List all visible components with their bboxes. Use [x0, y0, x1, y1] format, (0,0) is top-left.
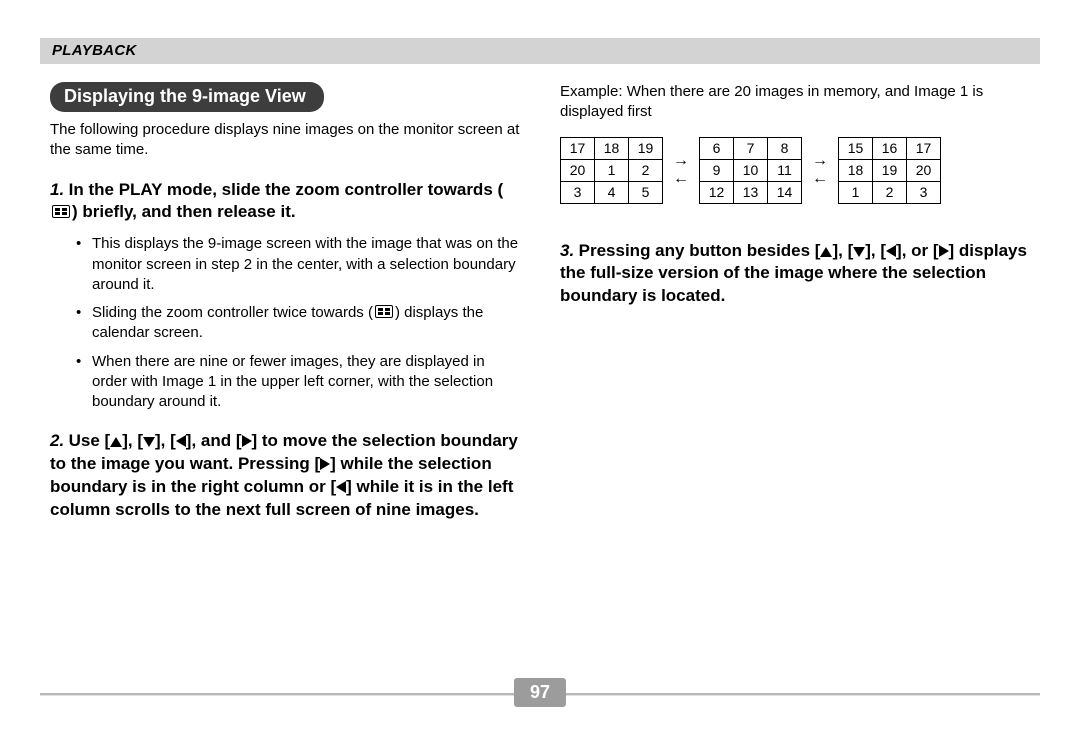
cell: 20: [561, 159, 595, 181]
arrow-right-icon: →: [673, 153, 689, 169]
right-arrow-icon: [939, 245, 949, 257]
content-columns: Displaying the 9-image View The followin…: [50, 82, 1030, 522]
arrow-left-icon: ←: [812, 171, 828, 187]
up-arrow-icon: [110, 437, 122, 447]
right-arrow-icon: [242, 435, 252, 447]
bullet-2: Sliding the zoom controller twice toward…: [80, 303, 520, 344]
cell: 9: [700, 159, 734, 181]
s3p2: ], [: [832, 241, 853, 260]
left-arrow-icon: [886, 245, 896, 257]
step-3: 3. Pressing any button besides [ ], [ ], […: [560, 240, 1030, 309]
cell: 20: [907, 159, 941, 181]
bullet-2-a: Sliding the zoom controller twice toward…: [92, 304, 373, 321]
s2p4: ], and [: [186, 431, 242, 450]
cell: 8: [768, 137, 802, 159]
intro-text: The following procedure displays nine im…: [50, 120, 520, 161]
right-column: Example: When there are 20 images in mem…: [560, 82, 1030, 522]
step-1-number: 1.: [50, 180, 64, 199]
page-number-badge: 97: [514, 678, 566, 707]
step-2: 2. Use [], [], [], and [] to move the se…: [50, 430, 520, 522]
grid-a: 171819 2012 345: [560, 137, 663, 204]
down-arrow-icon: [143, 437, 155, 447]
cell: 6: [700, 137, 734, 159]
cell: 10: [734, 159, 768, 181]
cell: 11: [768, 159, 802, 181]
step-3-body: Pressing any button besides [ ], [ ], [ ], …: [560, 241, 1027, 306]
cell: 14: [768, 181, 802, 203]
cell: 16: [873, 137, 907, 159]
step-2-body: Use [], [], [], and [] to move the selec…: [50, 431, 518, 519]
arrow-pair: →←: [812, 153, 828, 187]
cell: 15: [839, 137, 873, 159]
s3p4: ], or [: [896, 241, 939, 260]
cell: 13: [734, 181, 768, 203]
cell: 4: [595, 181, 629, 203]
left-column: Displaying the 9-image View The followin…: [50, 82, 520, 522]
grids-row: 171819 2012 345 →← 678 91011 121314 →← 1…: [560, 137, 1030, 204]
manual-page: PLAYBACK Displaying the 9-image View The…: [0, 0, 1080, 730]
cell: 18: [839, 159, 873, 181]
cell: 19: [629, 137, 663, 159]
step-3-number: 3.: [560, 241, 574, 260]
step-2-number: 2.: [50, 431, 64, 450]
step-1-text-a: In the PLAY mode, slide the zoom control…: [69, 180, 504, 199]
left-arrow-icon: [336, 481, 346, 493]
footer: 97: [40, 678, 1040, 712]
cell: 5: [629, 181, 663, 203]
step-1-body: In the PLAY mode, slide the zoom control…: [50, 180, 503, 222]
grid-b: 678 91011 121314: [699, 137, 802, 204]
s2p3: ], [: [155, 431, 176, 450]
cell: 3: [561, 181, 595, 203]
up-arrow-icon: [820, 247, 832, 257]
bullet-3: When there are nine or fewer images, the…: [80, 352, 520, 413]
cell: 18: [595, 137, 629, 159]
s2p2: ], [: [122, 431, 143, 450]
left-arrow-icon: [176, 435, 186, 447]
bullet-1: This displays the 9-image screen with th…: [80, 234, 520, 295]
header-bar: PLAYBACK: [40, 38, 1040, 64]
arrow-pair: →←: [673, 153, 689, 187]
example-label: Example:: [560, 83, 623, 100]
cell: 3: [907, 181, 941, 203]
s2p1: Use [: [69, 431, 111, 450]
zoom-out-icon: [375, 305, 393, 318]
step-1-bullets: This displays the 9-image screen with th…: [80, 234, 520, 412]
grid-c: 151617 181920 123: [838, 137, 941, 204]
zoom-out-icon: [52, 205, 70, 218]
cell: 7: [734, 137, 768, 159]
example-body: When there are 20 images in memory, and …: [560, 83, 983, 120]
s3p3: ], [: [865, 241, 886, 260]
cell: 19: [873, 159, 907, 181]
arrow-right-icon: →: [812, 153, 828, 169]
step-1-text-b: ) briefly, and then release it.: [72, 202, 296, 221]
cell: 2: [873, 181, 907, 203]
down-arrow-icon: [853, 247, 865, 257]
right-arrow-icon: [320, 458, 330, 470]
cell: 12: [700, 181, 734, 203]
cell: 2: [629, 159, 663, 181]
cell: 17: [907, 137, 941, 159]
header-section-label: PLAYBACK: [52, 42, 137, 59]
cell: 17: [561, 137, 595, 159]
example-text: Example: When there are 20 images in mem…: [560, 82, 1030, 123]
section-title-pill: Displaying the 9-image View: [50, 82, 324, 112]
arrow-left-icon: ←: [673, 171, 689, 187]
step-1: 1. In the PLAY mode, slide the zoom cont…: [50, 179, 520, 413]
cell: 1: [595, 159, 629, 181]
cell: 1: [839, 181, 873, 203]
s3p1: Pressing any button besides [: [579, 241, 821, 260]
